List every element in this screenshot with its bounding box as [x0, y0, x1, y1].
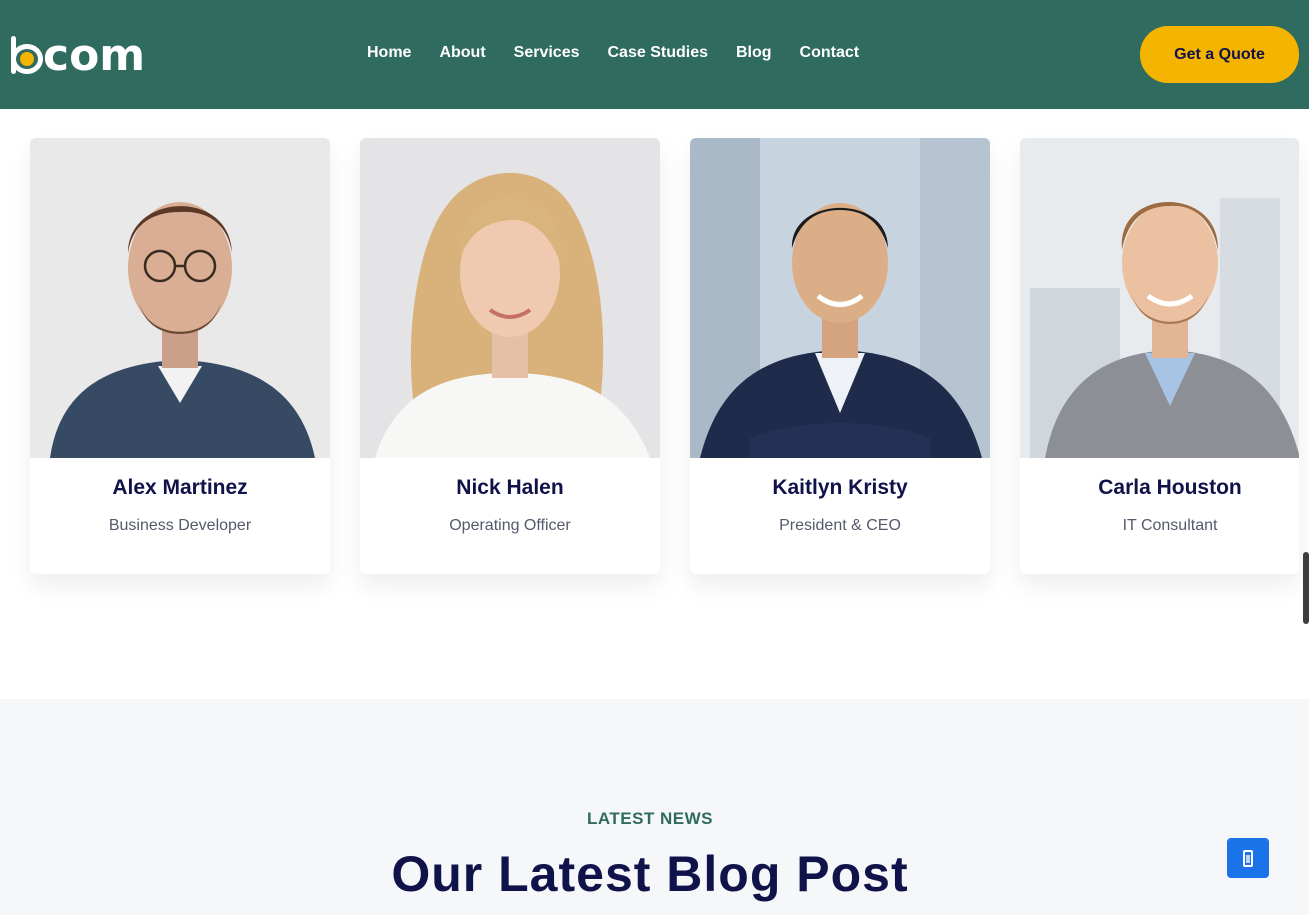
- team-card[interactable]: Alex Martinez Business Developer: [30, 138, 330, 574]
- latest-news-section: LATEST NEWS Our Latest Blog Post: [0, 699, 1309, 915]
- nav-case-studies[interactable]: Case Studies: [608, 44, 708, 62]
- team-member-name: Alex Martinez: [112, 476, 248, 499]
- nav-services[interactable]: Services: [514, 44, 580, 62]
- logo-text: com: [43, 30, 146, 81]
- team-card[interactable]: Nick Halen Operating Officer: [360, 138, 660, 574]
- accessibility-button[interactable]: [1227, 838, 1269, 878]
- nav-contact[interactable]: Contact: [800, 44, 860, 62]
- team-member-role: President & CEO: [779, 517, 901, 534]
- logo-mark-icon: [11, 36, 43, 76]
- team-member-name: Nick Halen: [456, 476, 564, 499]
- team-member-role: IT Consultant: [1122, 517, 1218, 534]
- team-card[interactable]: Carla Houston IT Consultant: [1020, 138, 1299, 574]
- team-member-photo: [1020, 138, 1299, 458]
- site-logo[interactable]: com: [11, 30, 146, 81]
- section-title: Our Latest Blog Post: [391, 846, 909, 902]
- team-card[interactable]: Kaitlyn Kristy President & CEO: [690, 138, 990, 574]
- team-member-role: Operating Officer: [449, 517, 571, 534]
- team-member-photo: [360, 138, 660, 458]
- team-member-role: Business Developer: [108, 517, 252, 534]
- nav-blog[interactable]: Blog: [736, 44, 772, 62]
- nav-home[interactable]: Home: [367, 44, 411, 62]
- team-member-name: Carla Houston: [1098, 476, 1242, 499]
- scrollbar-thumb[interactable]: [1303, 552, 1309, 624]
- section-eyebrow: LATEST NEWS: [586, 809, 714, 828]
- main-nav: Home About Services Case Studies Blog Co…: [367, 44, 887, 62]
- team-carousel: Alex Martinez Business Developer Nick Ha…: [30, 138, 1299, 574]
- team-member-photo: [30, 138, 330, 458]
- get-a-quote-button[interactable]: Get a Quote: [1140, 26, 1299, 83]
- site-header: com Home About Services Case Studies Blo…: [0, 0, 1309, 109]
- accessibility-icon: [1243, 849, 1253, 867]
- team-member-name: Kaitlyn Kristy: [772, 476, 908, 499]
- nav-about[interactable]: About: [439, 44, 485, 62]
- team-member-photo: [690, 138, 990, 458]
